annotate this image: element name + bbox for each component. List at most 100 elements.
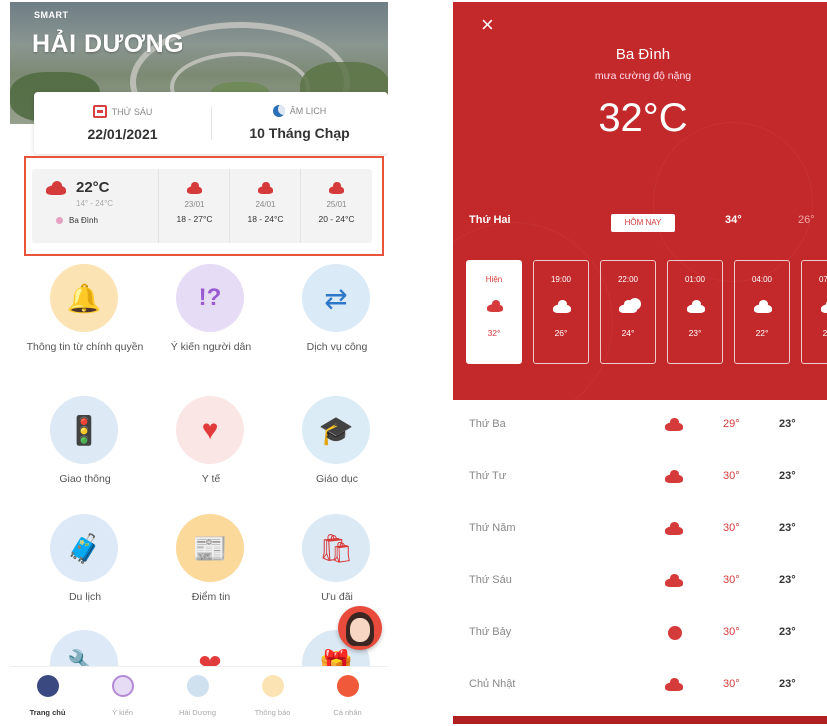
service-du-lich[interactable]: 🧳 Du lịch (22, 514, 148, 634)
service-dich-vu-cong[interactable]: ⇄ Dịch vụ công (274, 264, 388, 384)
nav-label: Trang chủ (29, 708, 66, 717)
location-pin-icon (56, 217, 63, 224)
today-low: 26° (798, 214, 815, 226)
day-high: 30° (723, 470, 740, 482)
service-y-kien[interactable]: !? Ý kiến người dân (148, 264, 274, 384)
hourly-card[interactable]: 19:00 26° (533, 260, 589, 364)
home-avatar-icon (36, 675, 59, 697)
assistant-avatar-button[interactable] (338, 606, 382, 650)
forecast-day: 23/01 18 - 27°C (158, 169, 229, 243)
hour-time: 22:00 (617, 275, 639, 284)
hour-temp: 23° (688, 328, 702, 338)
heart-icon: ❤ (176, 630, 244, 666)
hour-temp: 32° (487, 328, 501, 338)
today-badge: HÔM NAY (611, 214, 675, 232)
rain-cloud-icon (329, 182, 344, 194)
nav-label: Thông báo (254, 708, 291, 717)
weather-widget-highlight: 22°C 14° - 24°C Ba Đình 23/01 18 - 27°C … (24, 156, 384, 256)
current-weather: 22°C 14° - 24°C Ba Đình (32, 169, 158, 243)
hour-temp: 22° (822, 328, 827, 338)
service-cards-icon: ⇄ (302, 264, 370, 332)
cloud-icon (553, 299, 571, 313)
daily-forecast-list: Thứ Ba 29° 23° Thứ Tư 30° 23° Thứ Năm 30… (453, 400, 827, 724)
nav-label: Cá nhân (333, 708, 362, 717)
nav-trang-chu[interactable]: Trang chủ (10, 675, 85, 717)
forecast-day: 24/01 18 - 24°C (229, 169, 300, 243)
day-name: Chủ Nhật (469, 678, 516, 690)
day-low: 23° (779, 522, 796, 534)
bottom-bar (453, 716, 827, 724)
daily-row: Thứ Tư 30° 23° (453, 452, 827, 504)
day-low: 23° (779, 418, 796, 430)
daily-row: Chủ Nhật 30° 23° (453, 660, 827, 712)
service-thong-tin[interactable]: 🔔 Thông tin từ chính quyền (22, 264, 148, 384)
weather-location: Ba Đình (69, 216, 98, 225)
weather-location: Ba Đình (615, 46, 671, 63)
weather-widget[interactable]: 22°C 14° - 24°C Ba Đình 23/01 18 - 27°C … (32, 169, 372, 243)
day-low: 23° (779, 678, 796, 690)
hourly-card[interactable]: 22:00 24° (600, 260, 656, 364)
city-icon (186, 675, 209, 697)
day-low: 23° (779, 626, 796, 638)
lunar-date: ÂM LỊCH 10 Tháng Chạp (211, 92, 388, 154)
weather-detail-screen: × Ba Đình mưa cường độ nặng 32°C Thứ Hai… (453, 2, 827, 724)
bell-icon: 🔔 (50, 264, 118, 332)
newspaper-icon: 📰 (176, 514, 244, 582)
current-temp: 22°C (76, 179, 110, 196)
rain-cloud-icon (46, 180, 66, 195)
service-label: Y tế (201, 473, 221, 485)
close-button[interactable]: × (481, 12, 494, 38)
daily-row: Thứ Ba 29° 23° (453, 400, 827, 452)
solar-date-value: 22/01/2021 (87, 126, 158, 142)
hourly-card[interactable]: 01:00 23° (667, 260, 723, 364)
weather-header: × Ba Đình mưa cường độ nặng 32°C Thứ Hai… (453, 2, 827, 400)
city-title: HẢI DƯƠNG (32, 30, 185, 58)
nav-y-kien[interactable]: Ý kiến (85, 675, 160, 717)
service-label: Dịch vụ công (306, 341, 368, 353)
traffic-light-icon: 🚦 (50, 396, 118, 464)
hour-time: 04:00 (751, 275, 773, 284)
today-label: Thứ Hai (469, 214, 511, 226)
forecast-range: 20 - 24°C (318, 214, 355, 224)
service-label: Điểm tin (191, 591, 231, 603)
cloud-icon (665, 573, 683, 587)
nav-label: Hải Dương (178, 708, 217, 717)
hour-time: Hiện (485, 275, 503, 284)
service-giao-duc[interactable]: 🎓 Giáo dục (274, 396, 388, 516)
speech-bubble-icon (111, 675, 134, 697)
cloud-icon (665, 677, 683, 691)
hour-time: 07:00 (818, 275, 827, 284)
nav-hai-duong[interactable]: Hải Dương (160, 675, 235, 717)
speech-bubble-icon: !? (176, 264, 244, 332)
nav-thong-bao[interactable]: Thông báo (235, 675, 310, 717)
moon-icon (272, 105, 285, 117)
service-more-2[interactable]: ❤ (148, 630, 274, 666)
cloud-icon (821, 299, 827, 313)
hourly-card[interactable]: 07:00 22° (801, 260, 827, 364)
service-giao-thong[interactable]: 🚦 Giao thông (22, 396, 148, 516)
hourly-card[interactable]: 04:00 22° (734, 260, 790, 364)
user-icon (336, 675, 359, 697)
hourly-card[interactable]: Hiện 32° (466, 260, 522, 364)
forecast-range: 18 - 27°C (176, 214, 213, 224)
forecast-day: 25/01 20 - 24°C (300, 169, 371, 243)
forecast-date: 25/01 (326, 200, 347, 209)
partly-cloudy-icon (619, 299, 637, 313)
service-label: Ý kiến người dân (170, 341, 252, 353)
service-label: Du lịch (68, 591, 102, 603)
today-high: 34° (725, 214, 742, 226)
service-diem-tin[interactable]: 📰 Điểm tin (148, 514, 274, 634)
bottom-nav: Trang chủ Ý kiến Hải Dương Thông báo Cá … (10, 666, 388, 724)
tools-icon: 🔧 (50, 630, 118, 666)
service-more-1[interactable]: 🔧 (22, 630, 148, 666)
rain-cloud-icon (258, 182, 273, 194)
nav-ca-nhan[interactable]: Cá nhân (310, 675, 385, 717)
solar-date: THỨ SÁU 22/01/2021 (34, 92, 211, 154)
hour-temp: 24° (621, 328, 635, 338)
day-high: 30° (723, 626, 740, 638)
service-y-te[interactable]: ♥ Y tế (148, 396, 274, 516)
luggage-icon: 🧳 (50, 514, 118, 582)
rain-cloud-icon (187, 182, 202, 194)
home-screen: SMART HẢI DƯƠNG THỨ SÁU 22/01/2021 ÂM LỊ… (10, 2, 388, 724)
date-card: THỨ SÁU 22/01/2021 ÂM LỊCH 10 Tháng Chạp (34, 92, 388, 154)
